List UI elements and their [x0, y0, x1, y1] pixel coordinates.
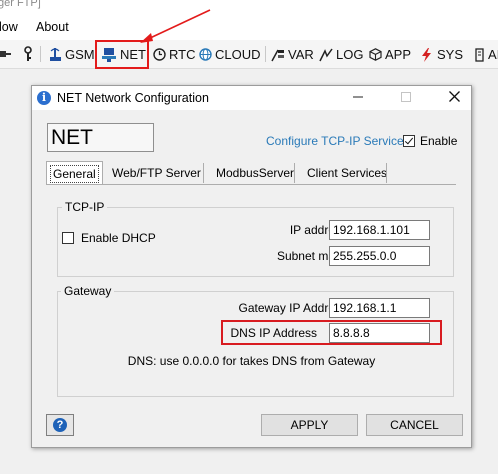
minimize-button[interactable] — [345, 88, 371, 108]
subnet-mask-input[interactable]: 255.255.0.0 — [329, 246, 430, 266]
tab-strip-border — [46, 184, 456, 185]
tcpip-group-title: TCP-IP — [62, 200, 108, 214]
maximize-icon — [401, 92, 411, 102]
minimize-icon — [353, 96, 363, 98]
tab-web-ftp-server[interactable]: Web/FTP Server — [108, 162, 205, 184]
close-icon — [448, 91, 460, 102]
enable-dhcp-label: Enable DHCP — [81, 231, 156, 245]
gateway-group-title: Gateway — [61, 284, 115, 298]
cancel-button[interactable]: CANCEL — [366, 414, 463, 436]
maximize-button[interactable] — [393, 88, 419, 108]
annotation-arrow-net — [140, 9, 211, 43]
info-icon: i — [37, 91, 51, 105]
module-name-field[interactable]: NET — [47, 123, 154, 152]
tab-modbus-server[interactable]: ModbusServer — [212, 162, 298, 184]
dialog-title: NET Network Configuration — [57, 91, 209, 105]
enable-label: Enable — [420, 134, 458, 148]
subnet-mask-label: Subnet mask — [276, 249, 347, 263]
dialog-titlebar[interactable]: i NET Network Configuration — [32, 86, 471, 110]
help-button[interactable]: ? — [46, 414, 74, 436]
help-icon: ? — [53, 418, 67, 432]
tab-client-services[interactable]: Client Services — [303, 162, 391, 184]
enable-checkbox[interactable] — [403, 135, 415, 147]
tab-divider — [386, 163, 387, 183]
close-button[interactable] — [441, 88, 467, 108]
ip-address-label: IP address — [289, 223, 347, 237]
net-config-dialog: i NET Network Configuration NET Configur… — [31, 85, 472, 448]
enable-dhcp-checkbox[interactable] — [62, 232, 74, 244]
tab-divider — [294, 163, 295, 183]
configure-tcpip-link[interactable]: Configure TCP-IP Services — [266, 134, 410, 148]
dns-highlight-box — [221, 320, 442, 345]
tab-general-label: General — [50, 165, 99, 183]
tab-divider — [102, 163, 103, 183]
tab-general[interactable]: General — [46, 161, 103, 185]
ip-address-input[interactable]: 192.168.1.101 — [329, 220, 430, 240]
dns-hint-text: DNS: use 0.0.0.0 for takes DNS from Gate… — [127, 354, 376, 368]
tab-divider — [203, 163, 204, 183]
gateway-ip-input[interactable]: 192.168.1.1 — [329, 298, 430, 318]
apply-button[interactable]: APPLY — [261, 414, 358, 436]
gateway-ip-label: Gateway IP Address — [238, 301, 347, 315]
